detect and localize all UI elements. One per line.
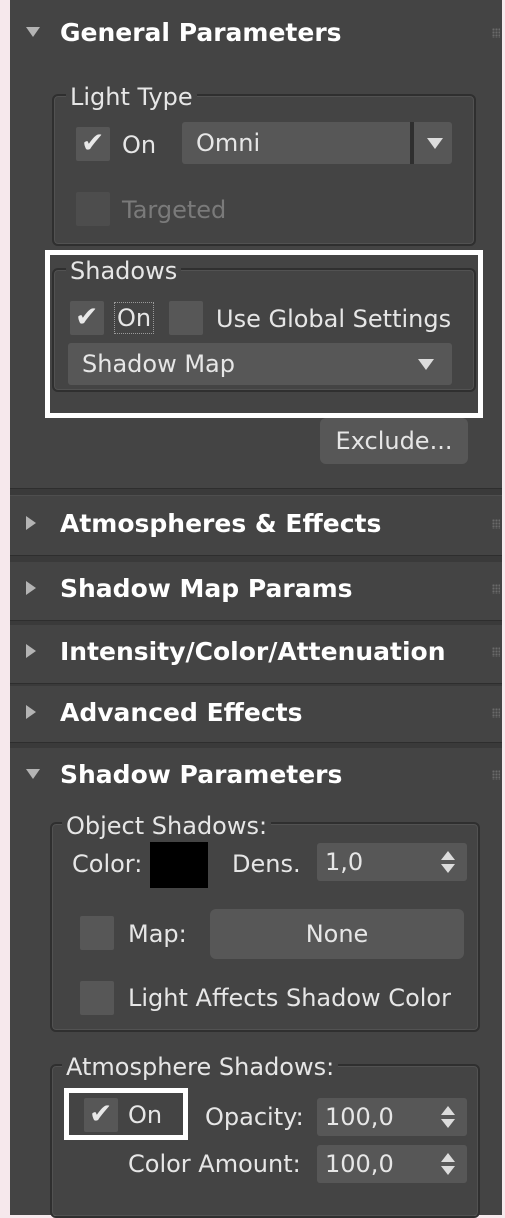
triangle-down-icon — [26, 769, 40, 779]
color-amount-label: Color Amount: — [128, 1150, 301, 1178]
atmosphere-on-highlight-box — [64, 1088, 188, 1140]
light-type-value: Omni — [196, 129, 261, 157]
rollout-shadow-parameters[interactable]: Shadow Parameters — [10, 748, 502, 806]
opacity-value: 100,0 — [325, 1103, 394, 1131]
map-label: Map: — [128, 920, 187, 948]
rollout-shadow-map-params[interactable]: Shadow Map Params — [10, 562, 502, 620]
density-value: 1,0 — [325, 848, 364, 876]
light-affects-shadow-color-label: Light Affects Shadow Color — [128, 984, 451, 1012]
light-type-group — [52, 94, 476, 246]
spinner-up-icon[interactable] — [441, 1153, 455, 1162]
rollout-title: Advanced Effects — [60, 698, 303, 727]
targeted-label: Targeted — [122, 196, 227, 224]
color-amount-spinner[interactable]: 100,0 — [317, 1145, 467, 1183]
density-spinner[interactable]: 1,0 — [317, 843, 467, 881]
drag-grip-icon[interactable] — [492, 28, 500, 38]
targeted-checkbox[interactable] — [76, 192, 110, 226]
triangle-right-icon — [26, 705, 36, 719]
light-type-dropdown[interactable]: Omni — [182, 122, 452, 164]
color-label: Color: — [72, 850, 143, 878]
light-affects-shadow-color-checkbox[interactable] — [80, 981, 114, 1015]
dens-label: Dens. — [232, 850, 301, 878]
spinner-up-icon[interactable] — [441, 851, 455, 860]
opacity-spinner[interactable]: 100,0 — [317, 1098, 467, 1136]
rollout-title: Shadow Parameters — [60, 760, 343, 789]
rollout-separator — [10, 488, 502, 496]
object-shadows-label: Object Shadows: — [62, 811, 272, 841]
rollout-title: Atmospheres & Effects — [60, 509, 382, 538]
drag-grip-icon[interactable] — [492, 519, 500, 529]
command-panel: General Parameters Light Type ✔ On Omni … — [10, 0, 502, 1218]
triangle-right-icon — [26, 644, 36, 658]
shadow-map-button[interactable]: None — [210, 909, 464, 959]
opacity-label: Opacity: — [205, 1103, 304, 1131]
light-on-label: On — [122, 131, 157, 159]
light-on-checkbox[interactable]: ✔ — [76, 126, 110, 161]
rollout-title: General Parameters — [60, 18, 342, 47]
checkmark-icon: ✔ — [81, 126, 105, 159]
drag-grip-icon[interactable] — [492, 584, 500, 594]
spinner-down-icon[interactable] — [441, 1119, 455, 1128]
rollout-atmospheres-effects[interactable]: Atmospheres & Effects — [10, 497, 502, 555]
exclude-button[interactable]: Exclude... — [320, 418, 468, 464]
dropdown-divider — [410, 122, 414, 164]
triangle-down-icon — [26, 27, 40, 37]
atmosphere-shadows-label: Atmosphere Shadows: — [62, 1052, 339, 1082]
spinner-down-icon[interactable] — [441, 864, 455, 873]
drag-grip-icon[interactable] — [492, 770, 500, 780]
drag-grip-icon[interactable] — [492, 647, 500, 657]
rollout-general-parameters[interactable]: General Parameters — [10, 6, 502, 64]
rollout-advanced-effects[interactable]: Advanced Effects — [10, 686, 502, 744]
shadows-highlight-box — [45, 250, 483, 418]
rollout-title: Shadow Map Params — [60, 574, 353, 603]
drag-grip-icon[interactable] — [492, 708, 500, 718]
chevron-down-icon — [427, 138, 443, 149]
triangle-right-icon — [26, 516, 36, 530]
light-type-label: Light Type — [66, 82, 197, 112]
spinner-down-icon[interactable] — [441, 1166, 455, 1175]
map-checkbox[interactable] — [80, 916, 114, 950]
spinner-up-icon[interactable] — [441, 1106, 455, 1115]
rollout-title: Intensity/Color/Attenuation — [60, 637, 446, 666]
shadow-color-swatch[interactable] — [150, 842, 208, 888]
triangle-right-icon — [26, 581, 36, 595]
color-amount-value: 100,0 — [325, 1150, 394, 1178]
rollout-intensity-color-attenuation[interactable]: Intensity/Color/Attenuation — [10, 625, 502, 683]
